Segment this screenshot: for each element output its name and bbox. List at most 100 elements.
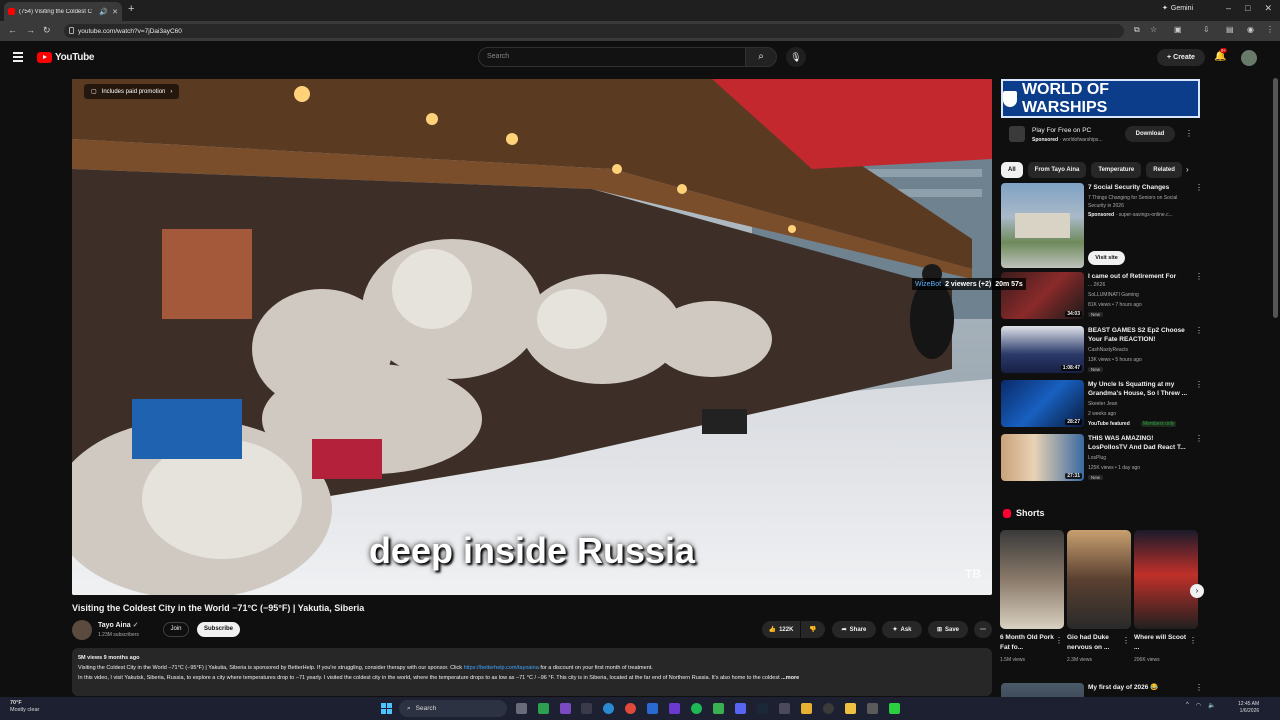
search-input[interactable]: Search <box>478 47 746 67</box>
file-explorer-icon[interactable] <box>801 703 812 714</box>
list-item[interactable]: 28:27 My Uncle Is Squatting at my Grandm… <box>1001 380 1203 427</box>
list-item[interactable]: 7 Social Security Changes 7 Things Chang… <box>1001 183 1203 268</box>
paid-promotion-badge[interactable]: ▢ Includes paid promotion › <box>84 84 180 99</box>
channel-watermark[interactable]: TB <box>965 567 981 581</box>
rec-menu-icon[interactable]: ⋮ <box>1195 434 1203 443</box>
account-avatar[interactable] <box>1241 50 1257 66</box>
list-item[interactable]: My first day of 2026 😂 ⋮ <box>1001 683 1201 697</box>
ad-banner[interactable]: WORLD OF WARSHIPS <box>1001 79 1200 118</box>
subscribe-button[interactable]: Subscribe <box>197 622 240 637</box>
short-thumbnail[interactable] <box>1000 530 1064 629</box>
download-button[interactable]: Download <box>1125 126 1175 142</box>
rec-menu-icon[interactable]: ⋮ <box>1195 272 1203 281</box>
app-icon[interactable] <box>845 703 856 714</box>
short-thumbnail[interactable] <box>1134 530 1198 629</box>
list-item[interactable]: 27:31 THIS WAS AMAZING! LosPollosTV And … <box>1001 434 1203 481</box>
video-player[interactable] <box>72 79 992 595</box>
rec-title[interactable]: I came out of Retirement For <box>1088 272 1192 281</box>
short-title[interactable]: Where will Scoot ... <box>1134 633 1190 653</box>
store-icon[interactable] <box>647 703 658 714</box>
terminal-icon[interactable] <box>581 703 592 714</box>
site-info-icon[interactable] <box>69 27 74 34</box>
volume-icon[interactable]: 🔈 <box>1208 702 1215 709</box>
forward-icon[interactable]: → <box>26 25 35 35</box>
discord-icon[interactable] <box>735 703 746 714</box>
like-button[interactable]: 👍 122K <box>762 621 800 638</box>
app-icon[interactable] <box>889 703 900 714</box>
show-more-link[interactable]: ...more <box>781 675 799 681</box>
menu-icon[interactable] <box>13 52 23 64</box>
short-menu-icon[interactable]: ⋮ <box>1122 636 1130 645</box>
rec-title[interactable]: My first day of 2026 😂 <box>1088 683 1192 692</box>
wifi-icon[interactable]: ◠ <box>1196 702 1201 709</box>
chip-temperature[interactable]: Temperature <box>1091 162 1142 178</box>
profile-icon[interactable]: ◉ <box>1247 25 1254 34</box>
xbox-icon[interactable] <box>538 703 549 714</box>
steam-icon[interactable] <box>757 703 768 714</box>
page-scrollbar[interactable] <box>1273 78 1278 318</box>
video-thumbnail[interactable] <box>1001 183 1084 268</box>
app-icon[interactable] <box>823 703 834 714</box>
chips-next-icon[interactable]: › <box>1186 165 1189 174</box>
rec-channel[interactable]: Skeeter Jean <box>1088 401 1117 407</box>
list-item[interactable]: 34:03 I came out of Retirement For ... 2… <box>1001 272 1203 319</box>
rec-channel[interactable]: LosPlug <box>1088 455 1106 461</box>
close-tab-icon[interactable]: ✕ <box>112 8 118 16</box>
new-tab-button[interactable]: + <box>128 3 134 15</box>
chip-related[interactable]: Related <box>1146 162 1182 178</box>
more-actions-button[interactable]: ⋯ <box>974 621 992 638</box>
visit-site-button[interactable]: Visit site <box>1088 251 1125 265</box>
share-button[interactable]: ➦ Share <box>832 621 876 638</box>
rec-menu-icon[interactable]: ⋮ <box>1195 683 1201 692</box>
edge-icon[interactable] <box>603 703 614 714</box>
short-title[interactable]: 6 Month Old Pork Fat fo... <box>1000 633 1056 653</box>
spotify-icon[interactable] <box>691 703 702 714</box>
ask-button[interactable]: ✦ Ask <box>882 621 922 638</box>
notifications-button[interactable]: 🔔 9+ <box>1214 48 1228 62</box>
bookmark-star-icon[interactable]: ☆ <box>1150 25 1157 34</box>
task-view-icon[interactable] <box>516 703 527 714</box>
ad-menu-icon[interactable]: ⋮ <box>1185 129 1193 138</box>
dislike-button[interactable]: 👎 <box>801 621 825 638</box>
short-title[interactable]: Gio had Duke nervous on ... <box>1067 633 1123 653</box>
sidebar-icon[interactable]: ▤ <box>1226 25 1234 34</box>
tray-chevron-icon[interactable]: ^ <box>1186 702 1189 709</box>
browser-tab[interactable]: (754) Visiting the Coldest C 🔊 ✕ <box>4 2 122 21</box>
join-button[interactable]: Join <box>163 622 189 637</box>
weather-widget[interactable]: 70°F Mostly clear <box>10 700 39 714</box>
url-field[interactable]: youtube.com/watch?v=7jDai3ayC60 <box>64 24 1124 38</box>
video-thumbnail[interactable]: 27:31 <box>1001 434 1084 481</box>
minimize-button[interactable]: – <box>1226 3 1231 14</box>
rec-channel[interactable]: CashNastyReacts <box>1088 347 1128 353</box>
downloads-icon[interactable]: ⇩ <box>1203 25 1210 34</box>
rec-title[interactable]: 7 Social Security Changes <box>1088 183 1192 192</box>
channel-avatar[interactable] <box>72 620 92 640</box>
video-thumbnail[interactable]: 1:08:47 <box>1001 326 1084 373</box>
rec-menu-icon[interactable]: ⋮ <box>1195 326 1203 335</box>
channel-name[interactable]: Tayo Aina ✓ <box>98 621 139 629</box>
app-icon[interactable] <box>779 703 790 714</box>
search-button[interactable]: ⌕ <box>745 47 777 67</box>
youtube-logo[interactable]: YouTube <box>37 52 95 63</box>
shorts-next-icon[interactable]: › <box>1190 584 1204 598</box>
chip-from-tayo-aina[interactable]: From Tayo Aina <box>1027 162 1087 178</box>
betterhelp-link[interactable]: https://betterhelp.com/tayoaina <box>464 665 539 671</box>
app-icon[interactable] <box>669 703 680 714</box>
app-icon[interactable] <box>713 703 724 714</box>
rec-title[interactable]: BEAST GAMES S2 Ep2 Choose Your Fate REAC… <box>1088 326 1192 344</box>
extensions-icon[interactable]: ▣ <box>1174 25 1182 34</box>
short-menu-icon[interactable]: ⋮ <box>1055 636 1063 645</box>
maximize-button[interactable]: □ <box>1245 3 1250 14</box>
rec-menu-icon[interactable]: ⋮ <box>1195 183 1203 192</box>
list-item[interactable]: 1:08:47 BEAST GAMES S2 Ep2 Choose Your F… <box>1001 326 1203 373</box>
taskbar-search[interactable]: ⌕ Search <box>399 700 507 717</box>
speaker-icon[interactable]: 🔊 <box>99 8 108 16</box>
rec-title[interactable]: My Uncle Is Squatting at my Grandma's Ho… <box>1088 380 1192 398</box>
gemini-button[interactable]: ✦ Gemini <box>1162 4 1193 13</box>
chrome-icon[interactable] <box>625 703 636 714</box>
back-icon[interactable]: ← <box>8 25 17 35</box>
app-icon[interactable] <box>867 703 878 714</box>
app-icon[interactable] <box>560 703 571 714</box>
rec-channel[interactable]: SoLLUMINATI Gaming <box>1088 292 1139 298</box>
taskbar-clock[interactable]: 12:45 AM 1/6/2026 <box>1238 701 1259 715</box>
